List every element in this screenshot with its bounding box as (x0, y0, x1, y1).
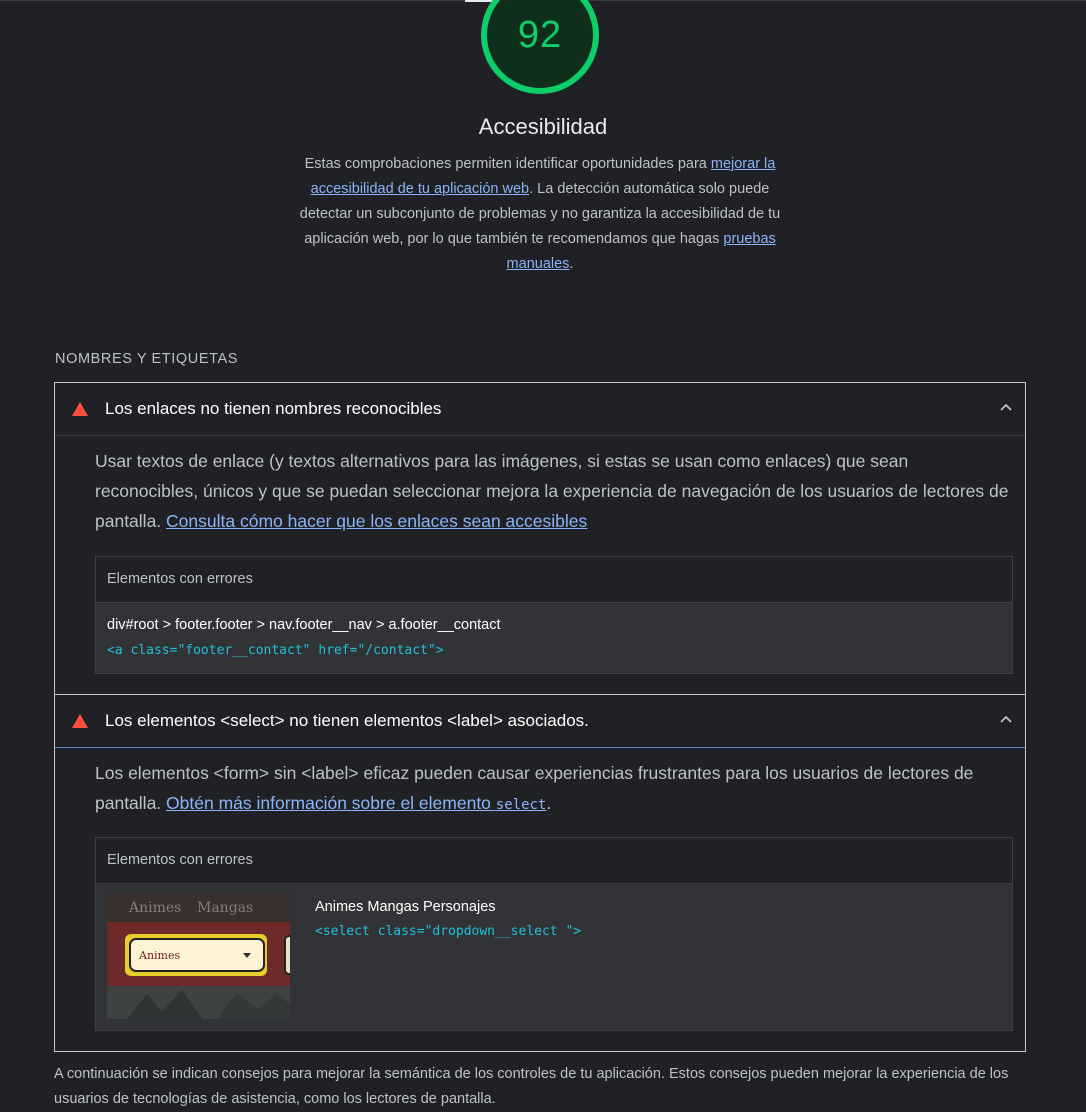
table-row[interactable]: Animes Mangas Animes Animes Mangas Perso… (96, 884, 1012, 1030)
audit-description: Usar textos de enlace (y textos alternat… (95, 446, 1015, 536)
chevron-up-icon[interactable] (999, 401, 1013, 415)
thumb-text: Mangas (197, 900, 254, 916)
node-snippet: <select class="dropdown__select "> (315, 924, 582, 939)
table-header: Elementos con errores (96, 557, 1012, 603)
group-footer-note: A continuación se indican consejos para … (54, 1066, 1009, 1107)
node-snippet: <a class="footer__contact" href="/contac… (107, 643, 444, 658)
thumb-text: Animes (129, 900, 182, 916)
chevron-up-icon[interactable] (999, 713, 1013, 727)
score-value: 92 (517, 14, 563, 56)
description-text: Estas comprobaciones permiten identifica… (304, 156, 711, 172)
inline-code: select (495, 797, 547, 813)
thumb-select-text: Animes (139, 949, 181, 962)
category-description: Estas comprobaciones permiten identifica… (283, 152, 797, 277)
audit-description: Los elementos <form> sin <label> eficaz … (95, 758, 1015, 820)
table-row[interactable]: div#root > footer.footer > nav.footer__n… (96, 603, 1012, 673)
group-title: NOMBRES Y ETIQUETAS (55, 351, 239, 367)
audit-header[interactable]: Los enlaces no tienen nombres reconocibl… (55, 383, 1025, 436)
audit-link-name: Los enlaces no tienen nombres reconocibl… (54, 382, 1026, 696)
failing-elements-table: Elementos con errores Animes Mangas Anim… (95, 837, 1013, 1031)
failing-elements-table: Elementos con errores div#root > footer.… (95, 556, 1013, 674)
learn-more-link[interactable]: Obtén más información sobre el elemento … (166, 793, 546, 813)
category-title: Accesibilidad (478, 114, 608, 139)
description-text: . (569, 256, 574, 272)
learn-more-link[interactable]: Consulta cómo hacer que los enlaces sean… (166, 511, 587, 531)
element-screenshot: Animes Mangas Animes (107, 894, 290, 1019)
table-header: Elementos con errores (96, 838, 1012, 884)
fail-triangle-icon (72, 402, 88, 416)
description-text: . (546, 793, 552, 813)
learn-more-text: Obtén más información sobre el elemento (166, 793, 496, 813)
audit-title: Los enlaces no tienen nombres reconocibl… (105, 399, 442, 418)
audit-select-label: Los elementos <select> no tienen element… (54, 694, 1026, 1052)
node-label: Animes Mangas Personajes (315, 899, 496, 915)
audit-header[interactable]: Los elementos <select> no tienen element… (55, 695, 1025, 748)
node-selector: div#root > footer.footer > nav.footer__n… (107, 617, 501, 633)
fail-triangle-icon (72, 714, 88, 728)
audit-title: Los elementos <select> no tienen element… (105, 711, 589, 730)
